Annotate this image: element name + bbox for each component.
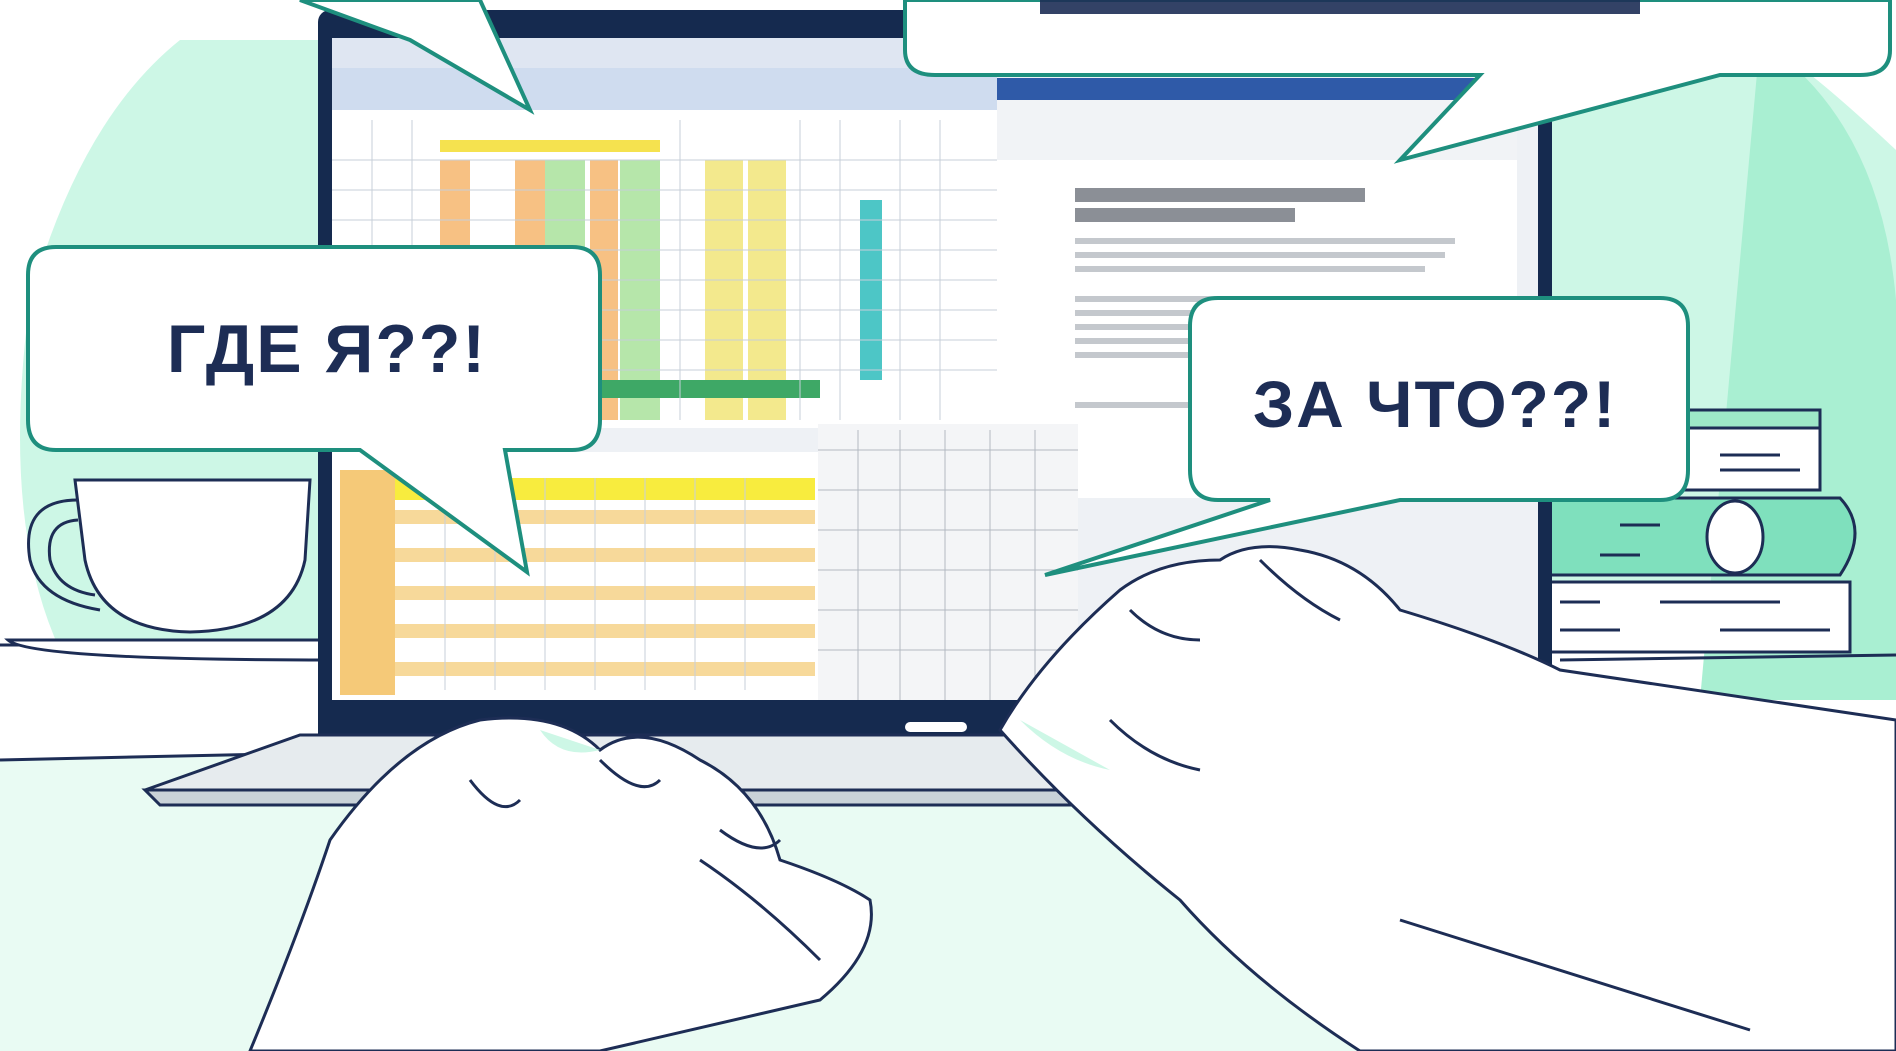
laptop-trackpad-notch [905,722,967,732]
speech-bubble-left-text: ГДЕ Я??! [167,311,487,387]
speech-bubble-right-text: ЗА ЧТО??! [1253,367,1617,441]
illustration: ГДЕ Я??! ЗА ЧТО??! [0,0,1896,1051]
illustration-canvas: ГДЕ Я??! ЗА ЧТО??! [0,0,1896,1051]
